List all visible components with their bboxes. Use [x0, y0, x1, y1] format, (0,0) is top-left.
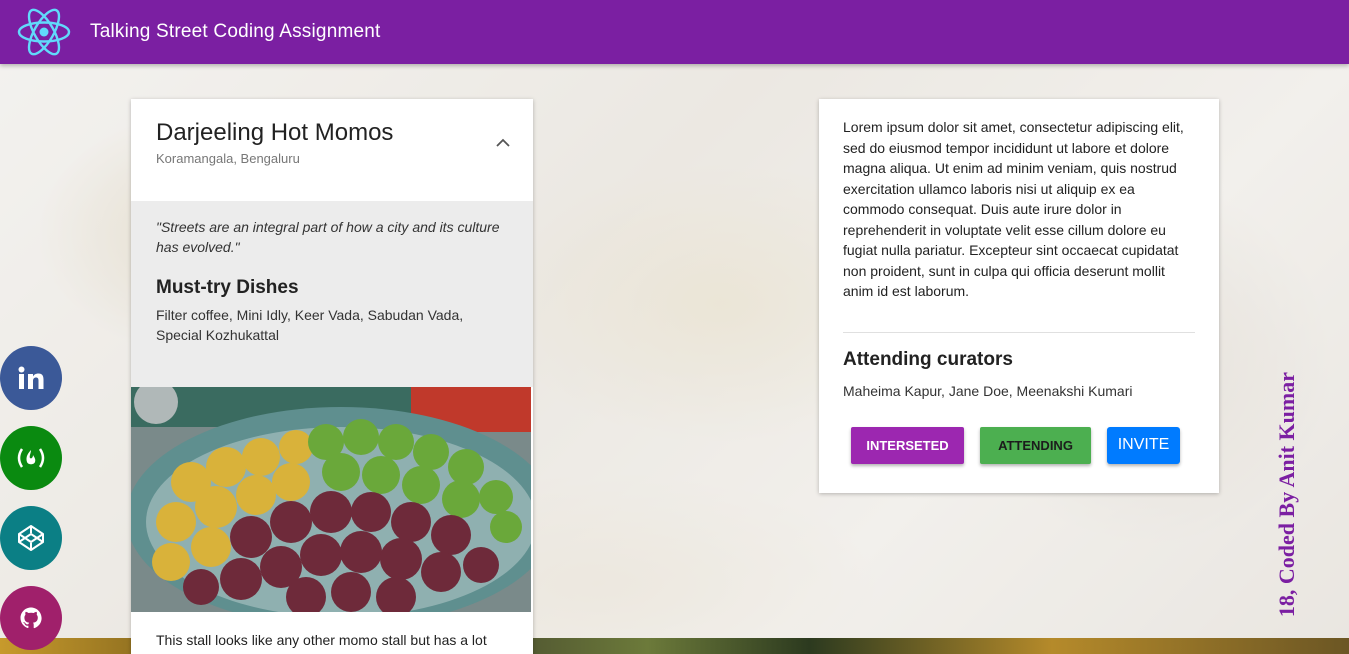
linkedin-icon[interactable] [0, 346, 62, 410]
codepen-icon[interactable] [0, 506, 62, 570]
stall-location: Koramangala, Bengaluru [156, 151, 300, 166]
stall-quote: "Streets are an integral part of how a c… [156, 219, 500, 255]
action-buttons: INTERSETED ATTENDING INVITE [843, 426, 1195, 464]
github-icon[interactable] [0, 586, 62, 650]
attending-button[interactable]: ATTENDING [980, 426, 1091, 464]
curators-heading: Attending curators [843, 348, 1013, 370]
stall-name: Darjeeling Hot Momos [156, 119, 394, 146]
app-title: Talking Street Coding Assignment [90, 21, 381, 42]
stall-info-panel: "Streets are an integral part of how a c… [131, 201, 533, 387]
dishes-heading: Must-try Dishes [156, 277, 299, 298]
divider [843, 331, 1195, 333]
app-bar: Talking Street Coding Assignment [0, 0, 1349, 64]
stall-card: Darjeeling Hot Momos Koramangala, Bengal… [131, 99, 533, 654]
freecodecamp-icon[interactable] [0, 426, 62, 490]
momo-photo [131, 387, 531, 612]
curators-list: Maheima Kapur, Jane Doe, Meenakshi Kumar… [843, 382, 1133, 399]
interested-button[interactable]: INTERSETED [851, 426, 964, 464]
credit-text-container: 18, Coded By Anit Kumar [1266, 372, 1306, 654]
details-text: Lorem ipsum dolor sit amet, consectetur … [843, 119, 1184, 299]
react-atom-icon[interactable] [16, 4, 72, 60]
credit-text: 18, Coded By Anit Kumar [1274, 372, 1299, 618]
invite-button[interactable]: INVITE [1107, 426, 1180, 464]
stall-card-header[interactable]: Darjeeling Hot Momos Koramangala, Bengal… [131, 99, 533, 201]
stall-description: This stall looks like any other momo sta… [156, 632, 487, 648]
chevron-up-icon[interactable] [493, 133, 513, 153]
dishes-list: Filter coffee, Mini Idly, Keer Vada, Sab… [156, 307, 464, 343]
details-card: Lorem ipsum dolor sit amet, consectetur … [819, 99, 1219, 493]
